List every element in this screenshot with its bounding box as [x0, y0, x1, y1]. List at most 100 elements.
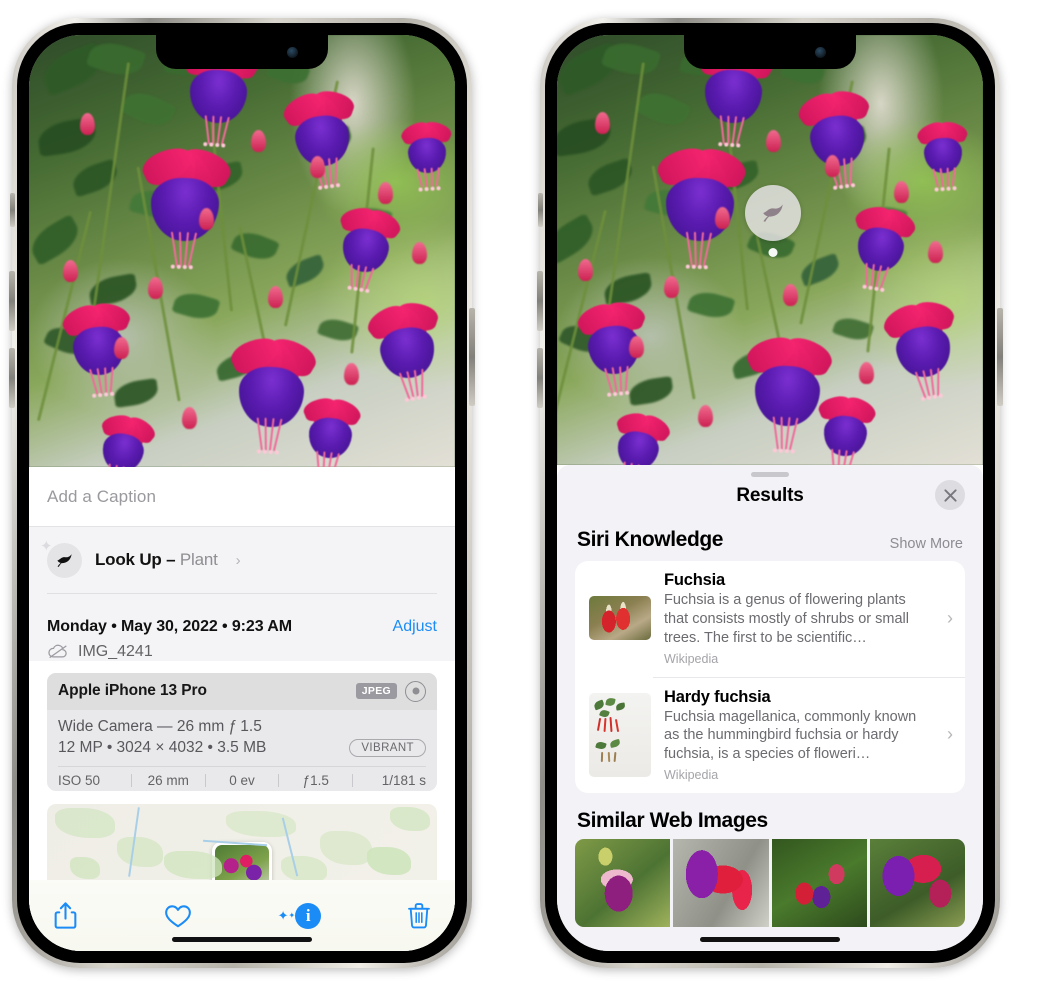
volume-up-button[interactable] — [9, 271, 15, 331]
volume-down-button[interactable] — [9, 348, 15, 408]
similar-image-4[interactable] — [870, 839, 965, 927]
map-greenspace — [164, 851, 222, 879]
specimen-part — [593, 700, 605, 710]
similar-web-images-header: Similar Web Images — [557, 793, 983, 839]
photographic-style-badge: VIBRANT — [349, 739, 426, 757]
mute-switch[interactable] — [538, 193, 543, 227]
look-up-label: Look Up – Plant — [95, 550, 218, 570]
badge-anchor-dot — [769, 248, 778, 257]
knowledge-title: Fuchsia — [664, 571, 932, 590]
screen-right: Results Siri Knowledge Show More Fuchsia… — [557, 35, 983, 951]
knowledge-description: Fuchsia magellanica, commonly known as t… — [664, 708, 932, 765]
specimen-part — [597, 718, 602, 732]
share-button[interactable] — [53, 901, 78, 930]
volume-up-button[interactable] — [537, 271, 543, 331]
list-item[interactable]: Fuchsia Fuchsia is a genus of flowering … — [575, 561, 965, 677]
map-greenspace — [320, 831, 372, 865]
siri-knowledge-header: Siri Knowledge Show More — [557, 519, 983, 561]
iphone-device-left: Add a Caption ✦ ✦ — [12, 18, 472, 968]
image-size-info: 12 MP • 3024 × 4032 • 3.5 MB — [58, 739, 266, 757]
power-button[interactable] — [997, 308, 1003, 406]
results-title: Results — [557, 485, 983, 507]
volume-down-button[interactable] — [537, 348, 543, 408]
siri-knowledge-title: Siri Knowledge — [577, 528, 723, 552]
specimen-part — [616, 702, 626, 710]
visual-lookup-leaf-badge[interactable] — [745, 185, 801, 241]
specimen-part — [601, 752, 604, 762]
exif-header: Apple iPhone 13 Pro JPEG — [47, 673, 437, 710]
exif-stats-row: ISO 50 26 mm 0 ev ƒ1.5 1/181 s — [47, 767, 437, 791]
photo-thumbnail-pin[interactable] — [212, 842, 272, 880]
look-up-row[interactable]: ✦ ✦ Look Up – Plant › — [47, 539, 437, 582]
exif-card[interactable]: Apple iPhone 13 Pro JPEG Wide Camera — 2… — [47, 673, 437, 791]
notch — [684, 35, 856, 69]
mute-switch[interactable] — [10, 193, 15, 227]
photo-viewer[interactable] — [29, 35, 455, 467]
sparkle-icon-large: ✦ — [278, 908, 289, 924]
specimen-part — [613, 752, 616, 762]
raw-circle-icon[interactable] — [405, 681, 426, 702]
cloud-slash-icon — [47, 644, 69, 659]
look-up-prefix: Look Up – — [95, 550, 180, 569]
show-more-button[interactable]: Show More — [890, 536, 963, 552]
notch — [156, 35, 328, 69]
map-greenspace — [70, 857, 100, 879]
photo-metadata-section: Monday • May 30, 2022 • 9:23 AM Adjust I… — [29, 608, 455, 661]
knowledge-thumbnail — [589, 693, 651, 777]
front-camera-icon — [815, 47, 826, 58]
favorite-button[interactable] — [164, 903, 192, 929]
similar-image-1[interactable] — [575, 839, 670, 927]
knowledge-thumbnail — [589, 596, 651, 640]
results-header: Results — [557, 477, 983, 519]
screen-left: Add a Caption ✦ ✦ — [29, 35, 455, 951]
device-bezel: Results Siri Knowledge Show More Fuchsia… — [545, 23, 995, 963]
specimen-part — [615, 719, 620, 732]
home-indicator[interactable] — [172, 937, 312, 942]
exif-stat: 26 mm — [132, 773, 205, 788]
photo-date: Monday • May 30, 2022 • 9:23 AM — [47, 618, 292, 636]
filename-text: IMG_4241 — [78, 643, 153, 661]
leaf-icon — [47, 543, 82, 578]
adjust-button[interactable]: Adjust — [393, 618, 437, 636]
photo-info-sheet: Add a Caption ✦ ✦ — [29, 467, 455, 951]
similar-image-3[interactable] — [772, 839, 867, 927]
iphone-device-right: Results Siri Knowledge Show More Fuchsia… — [540, 18, 1000, 968]
home-indicator[interactable] — [700, 937, 840, 942]
specimen-part — [599, 708, 609, 717]
format-badge: JPEG — [356, 683, 397, 699]
similar-image-2[interactable] — [673, 839, 768, 927]
device-bezel: Add a Caption ✦ ✦ — [17, 23, 467, 963]
exif-stat: ƒ1.5 — [279, 773, 352, 788]
knowledge-title: Hardy fuchsia — [664, 688, 932, 707]
info-glyph: i — [306, 906, 311, 926]
location-map[interactable] — [47, 804, 437, 881]
specimen-part — [596, 740, 607, 749]
list-item[interactable]: Hardy fuchsia Fuchsia magellanica, commo… — [575, 678, 965, 794]
photo-viewer[interactable] — [557, 35, 983, 465]
visual-lookup-results-sheet: Results Siri Knowledge Show More Fuchsia… — [557, 465, 983, 951]
caption-placeholder: Add a Caption — [47, 487, 437, 507]
look-up-subject: Plant — [180, 550, 218, 569]
chevron-right-icon: › — [945, 724, 953, 745]
info-badge: i — [295, 903, 321, 929]
exif-stat: ISO 50 — [58, 773, 131, 788]
filename-row: IMG_4241 — [47, 643, 437, 661]
close-icon[interactable] — [935, 480, 965, 510]
delete-button[interactable] — [407, 902, 431, 929]
map-greenspace — [117, 837, 163, 867]
look-up-section: ✦ ✦ Look Up – Plant › — [29, 527, 455, 608]
specimen-part — [603, 718, 606, 732]
knowledge-source: Wikipedia — [664, 768, 932, 782]
map-greenspace — [367, 847, 411, 875]
caption-field[interactable]: Add a Caption — [29, 467, 455, 526]
knowledge-description: Fuchsia is a genus of flowering plants t… — [664, 591, 932, 648]
lens-info: Wide Camera — 26 mm ƒ 1.5 — [58, 718, 426, 736]
specimen-part — [606, 697, 617, 706]
pin-thumbnail — [215, 845, 269, 880]
info-button[interactable]: ✦ ✦ i — [278, 903, 322, 929]
specimen-part — [610, 717, 614, 732]
map-greenspace — [281, 856, 327, 881]
similar-web-images-grid — [557, 839, 983, 927]
power-button[interactable] — [469, 308, 475, 406]
screenshot-canvas: Add a Caption ✦ ✦ — [0, 0, 1055, 985]
